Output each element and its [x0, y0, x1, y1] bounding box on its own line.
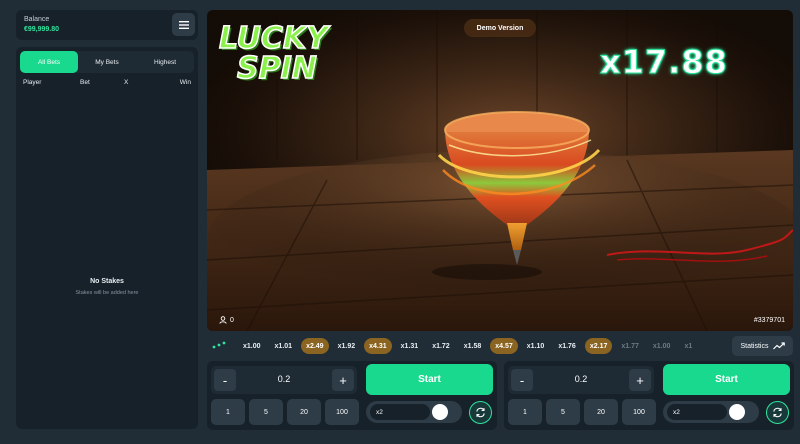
history-item: x4.57: [490, 338, 518, 354]
column-x: X: [124, 79, 129, 86]
start-button[interactable]: Start: [366, 364, 493, 395]
chip-20[interactable]: 20: [287, 399, 321, 425]
toggle-knob[interactable]: [729, 404, 745, 420]
auto-cashout-toggle[interactable]: x2: [663, 401, 759, 423]
history-item: x1.00: [652, 342, 671, 350]
bet-amount-input[interactable]: 0.2: [536, 374, 626, 384]
repeat-icon: [476, 407, 485, 418]
auto-cashout-input[interactable]: x2: [370, 404, 430, 420]
trend-icon: [772, 342, 785, 350]
chip-100[interactable]: 100: [622, 399, 656, 425]
lucky-spin-logo: LUCKY SPIN: [218, 21, 339, 94]
decrease-bet-button[interactable]: -: [511, 369, 533, 391]
history-item: x1.01: [274, 342, 293, 350]
tab-highest[interactable]: Highest: [136, 51, 194, 73]
auto-play-button[interactable]: [469, 401, 492, 424]
column-bet: Bet: [80, 79, 90, 86]
bet-amount-control: - 0.2 +: [211, 366, 357, 394]
bet-panel-2: - 0.2 + Start 1 5 20 100 x2: [504, 361, 794, 430]
history-item: x1.76: [558, 342, 576, 350]
round-id: #3379701: [753, 317, 785, 324]
balance-box: Balance €99,999.80: [16, 10, 198, 40]
history-item: x4.31: [364, 338, 392, 354]
history-list: x1.00 x1.01 x2.49 x1.92 x4.31 x1.31 x1.72 x1.58…: [238, 338, 701, 354]
players-count: 0: [219, 316, 234, 324]
history-item: x1.72: [432, 342, 450, 350]
quick-bet-chips: 1 5 20 100: [211, 399, 359, 425]
logo-line2: SPIN: [236, 51, 317, 86]
history-item: x1.92: [337, 342, 356, 350]
history-strip: x1.00 x1.01 x2.49 x1.92 x4.31 x1.31 x1.72 x1.58…: [207, 336, 793, 356]
bet-amount-control: - 0.2 +: [508, 366, 654, 394]
decrease-bet-button[interactable]: -: [214, 369, 236, 391]
tab-my-bets[interactable]: My Bets: [78, 51, 136, 73]
chip-20[interactable]: 20: [584, 399, 618, 425]
bets-table-header: Player Bet X Win: [23, 79, 191, 89]
chip-1[interactable]: 1: [211, 399, 245, 425]
history-item: x1.77: [621, 342, 639, 350]
auto-cashout-toggle[interactable]: x2: [366, 401, 462, 423]
bet-amount-input[interactable]: 0.2: [239, 374, 329, 384]
dots-icon: [212, 341, 226, 349]
chip-5[interactable]: 5: [249, 399, 283, 425]
game-view: LUCKY SPIN Demo Version x17.88 0 #337970…: [207, 10, 793, 331]
history-item: x1.58: [463, 342, 482, 350]
balance-value: €99,999.80: [24, 26, 60, 33]
chip-5[interactable]: 5: [546, 399, 580, 425]
bets-panel: All Bets My Bets Highest Player Bet X Wi…: [16, 47, 198, 429]
statistics-button[interactable]: Statistics: [732, 336, 793, 356]
bets-tabs: All Bets My Bets Highest: [20, 51, 194, 73]
balance-label: Balance: [24, 16, 50, 23]
column-win: Win: [179, 79, 191, 86]
increase-bet-button[interactable]: +: [332, 369, 354, 391]
demo-badge: Demo Version: [464, 19, 536, 37]
history-item: x2.49: [301, 338, 329, 354]
chip-100[interactable]: 100: [325, 399, 359, 425]
bet-panel-1: - 0.2 + Start 1 5 20 100 x2: [207, 361, 497, 430]
repeat-icon: [773, 407, 782, 418]
empty-subtitle: Stakes will be added here: [75, 290, 139, 296]
history-item: x2.17: [584, 338, 613, 354]
start-button[interactable]: Start: [663, 364, 790, 395]
history-item: x1: [684, 342, 693, 350]
hamburger-icon: [178, 20, 189, 29]
auto-play-button[interactable]: [766, 401, 789, 424]
quick-bet-chips: 1 5 20 100: [508, 399, 656, 425]
statistics-label: Statistics: [740, 342, 769, 350]
current-multiplier: x17.88: [600, 43, 728, 82]
empty-title: No Stakes: [90, 278, 124, 285]
logo-line1: LUCKY: [218, 21, 328, 56]
players-count-value: 0: [230, 316, 234, 324]
auto-cashout-input[interactable]: x2: [667, 404, 727, 420]
column-player: Player: [23, 79, 42, 86]
history-item: x1.10: [526, 342, 545, 350]
history-item: x1.31: [400, 342, 419, 350]
menu-button[interactable]: [172, 13, 195, 36]
increase-bet-button[interactable]: +: [629, 369, 651, 391]
tab-all-bets[interactable]: All Bets: [20, 51, 78, 73]
user-icon: [219, 316, 227, 324]
chip-1[interactable]: 1: [508, 399, 542, 425]
history-item: x1.00: [243, 342, 261, 350]
toggle-knob[interactable]: [432, 404, 448, 420]
